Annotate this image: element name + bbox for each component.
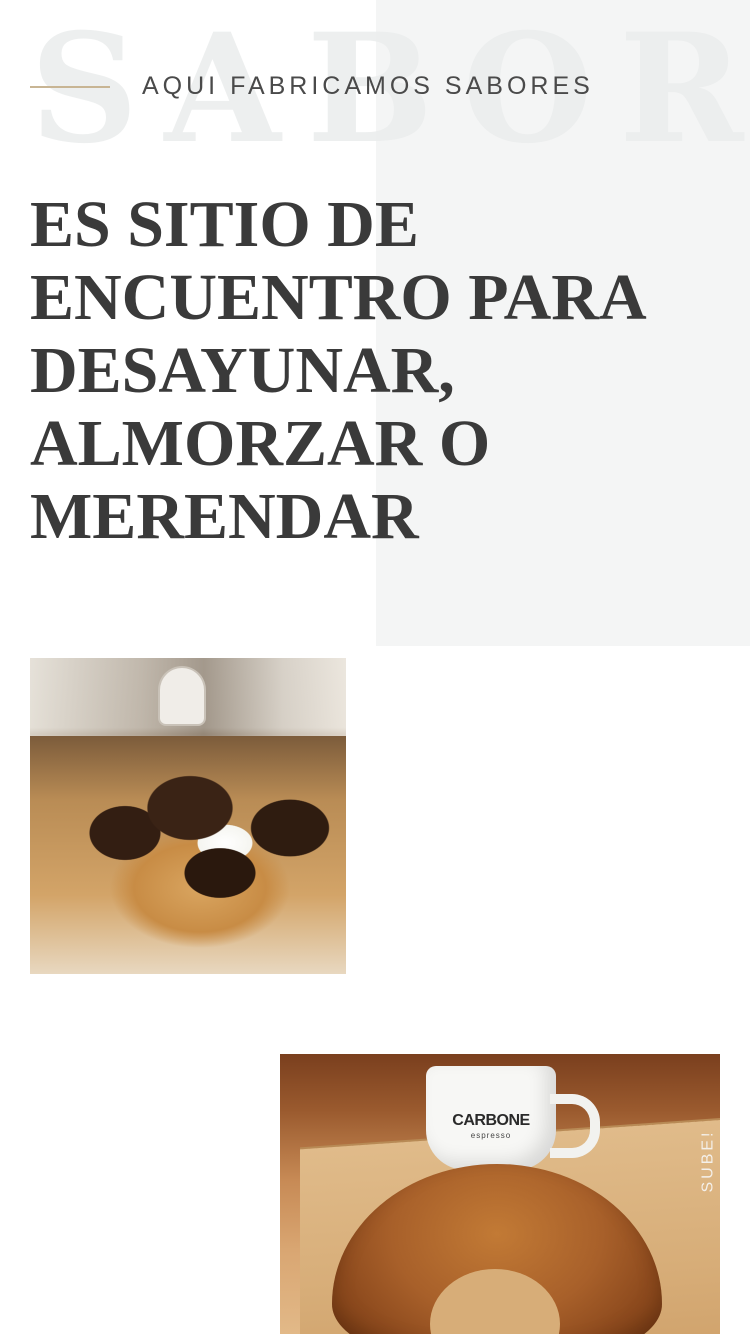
eyebrow-accent-line xyxy=(30,85,110,88)
hero-eyebrow: AQUI FABRICAMOS SABORES xyxy=(30,72,594,101)
cup-brand-logo: CARBONE xyxy=(452,1112,530,1129)
cup-brand-subtitle: espresso xyxy=(470,1131,512,1140)
eyebrow-text: AQUI FABRICAMOS SABORES xyxy=(142,72,594,100)
scroll-to-top-label: SUBE! xyxy=(699,1129,717,1193)
hero-headline: ES SITIO DE ENCUENTRO PARA DESAYUNAR, AL… xyxy=(30,188,643,553)
croissant-coffee-photo: CARBONE espresso xyxy=(280,1054,720,1334)
scroll-to-top-link[interactable]: SUBE! xyxy=(693,1129,723,1193)
chef-figure xyxy=(160,668,204,724)
eclairs-photo xyxy=(30,658,346,974)
coffee-cup-handle xyxy=(550,1094,600,1158)
